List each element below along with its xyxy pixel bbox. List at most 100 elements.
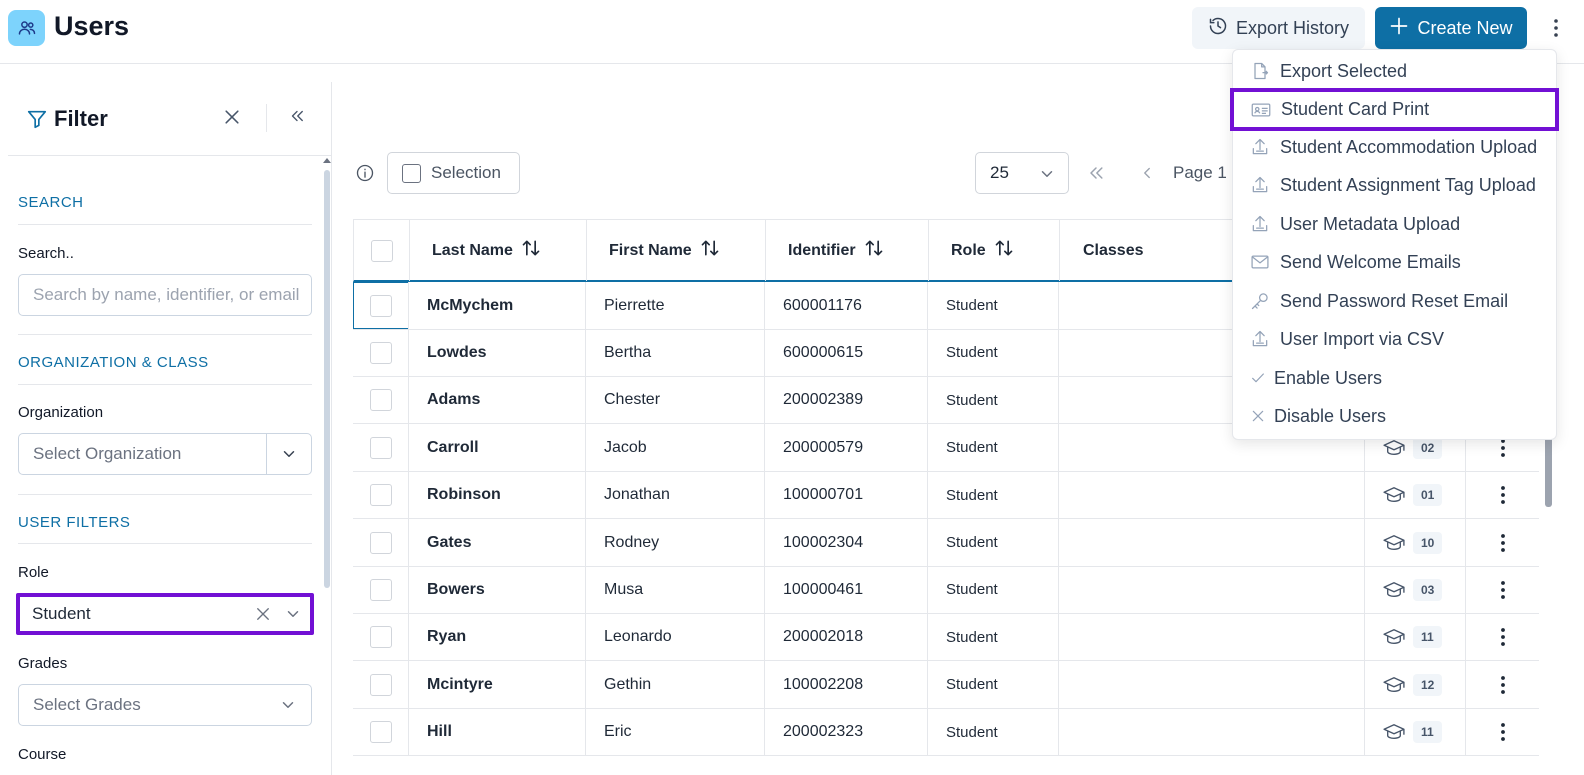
divider <box>18 384 312 385</box>
row-checkbox[interactable] <box>369 484 392 507</box>
menu-item-student-assignment-tag-upload[interactable]: Student Assignment Tag Upload <box>1233 167 1558 203</box>
classes-cell <box>1059 708 1365 756</box>
menu-item-user-import-via-csv[interactable]: User Import via CSV <box>1233 321 1558 357</box>
grades-select[interactable]: Select Grades <box>18 684 312 726</box>
row-kebab-icon[interactable] <box>1466 580 1539 600</box>
search-input[interactable]: Search by name, identifier, or email <box>18 274 312 316</box>
row-kebab-icon[interactable] <box>1466 675 1539 695</box>
menu-item-enable-users[interactable]: Enable Users <box>1233 360 1558 396</box>
search-label: Search.. <box>18 245 74 262</box>
menu-item-label: Export Selected <box>1280 60 1408 81</box>
identifier-cell: 200002389 <box>765 376 928 424</box>
row-actions-cell <box>1466 709 1539 756</box>
row-checkbox[interactable] <box>369 436 392 459</box>
menu-item-user-metadata-upload[interactable]: User Metadata Upload <box>1233 206 1558 242</box>
row-checkbox[interactable] <box>369 294 392 317</box>
first-page-icon[interactable] <box>1086 163 1106 188</box>
role-select[interactable]: Student <box>16 593 314 635</box>
table-row[interactable]: Ryan Leonardo 200002018 Student 11 <box>353 613 1539 662</box>
sort-icon[interactable] <box>521 238 541 263</box>
organization-placeholder: Select Organization <box>33 444 182 463</box>
users-app-icon <box>8 10 45 46</box>
upload-icon <box>1250 214 1270 234</box>
row-select-cell <box>353 613 409 661</box>
menu-item-label: Enable Users <box>1274 367 1383 388</box>
first-name-cell: Rodney <box>586 519 765 566</box>
collapse-icon[interactable] <box>288 107 306 130</box>
role-cell: Student <box>928 566 1059 614</box>
table-row[interactable]: Mcintyre Gethin 100002208 Student 12 <box>353 661 1539 709</box>
row-kebab-icon[interactable] <box>1466 627 1539 647</box>
row-select-cell <box>353 424 409 472</box>
chevron-down-icon[interactable] <box>284 605 302 623</box>
last-name-cell: Hill <box>409 708 586 756</box>
row-kebab-icon[interactable] <box>1466 485 1539 505</box>
select-all-checkbox[interactable] <box>370 239 393 262</box>
column-header-role[interactable]: Role <box>929 220 1060 281</box>
clear-icon[interactable] <box>254 605 272 623</box>
row-actions-cell <box>1466 519 1539 566</box>
row-kebab-icon[interactable] <box>1466 533 1539 553</box>
x-icon <box>1250 406 1266 426</box>
row-kebab-icon[interactable] <box>1466 722 1539 742</box>
selection-checkbox[interactable] <box>402 163 421 183</box>
mail-icon <box>1250 252 1270 272</box>
sort-icon[interactable] <box>864 238 884 263</box>
row-checkbox[interactable] <box>369 531 392 554</box>
row-kebab-icon[interactable] <box>1466 438 1539 458</box>
menu-item-send-welcome-emails[interactable]: Send Welcome Emails <box>1233 244 1558 280</box>
table-scrollbar[interactable] <box>1545 433 1552 507</box>
menu-item-export-selected[interactable]: Export Selected <box>1233 53 1558 89</box>
menu-item-send-password-reset-email[interactable]: Send Password Reset Email <box>1233 283 1558 319</box>
row-checkbox[interactable] <box>369 341 392 364</box>
sort-icon[interactable] <box>700 238 720 263</box>
identifier-cell: 200002323 <box>765 708 928 756</box>
table-row[interactable]: Robinson Jonathan 100000701 Student 01 <box>353 471 1539 520</box>
menu-item-student-card-print[interactable]: Student Card Print <box>1230 88 1559 131</box>
organization-label: Organization <box>18 404 104 421</box>
table-row[interactable]: Hill Eric 200002323 Student 11 <box>353 708 1539 757</box>
row-checkbox[interactable] <box>369 389 392 412</box>
role-cell: Student <box>928 376 1059 424</box>
sort-icon[interactable] <box>994 238 1014 263</box>
chevron-down-icon[interactable] <box>279 696 297 714</box>
row-checkbox[interactable] <box>369 673 392 696</box>
selection-toggle-button[interactable]: Selection <box>387 152 520 194</box>
sidebar-scrollbar[interactable] <box>324 170 330 588</box>
role-label: Role <box>18 564 49 581</box>
row-checkbox[interactable] <box>369 578 392 601</box>
menu-item-student-accommodation-upload[interactable]: Student Accommodation Upload <box>1233 129 1558 165</box>
menu-item-disable-users[interactable]: Disable Users <box>1233 398 1558 434</box>
classes-cell <box>1059 471 1365 519</box>
table-row[interactable]: Bowers Musa 100000461 Student 03 <box>353 566 1539 614</box>
page-size-select[interactable]: 25 <box>975 152 1069 194</box>
key-icon <box>1250 291 1270 311</box>
chevron-down-icon <box>1038 165 1056 188</box>
upload-icon <box>1250 137 1270 157</box>
row-checkbox[interactable] <box>369 721 392 744</box>
close-icon[interactable] <box>222 107 242 132</box>
kebab-icon <box>1554 19 1558 37</box>
check-icon <box>1250 368 1266 388</box>
export-history-button[interactable]: Export History <box>1192 7 1365 49</box>
role-cell: Student <box>928 329 1059 377</box>
info-icon[interactable] <box>355 163 375 188</box>
row-actions-cell <box>1466 614 1539 661</box>
classes-cell <box>1059 661 1365 709</box>
more-actions-button[interactable] <box>1544 12 1568 44</box>
first-name-cell: Pierrette <box>586 282 765 329</box>
role-cell: Student <box>928 519 1059 566</box>
table-row[interactable]: Gates Rodney 100002304 Student 10 <box>353 519 1539 567</box>
column-header-last-name[interactable]: Last Name <box>410 220 587 281</box>
column-header-identifier[interactable]: Identifier <box>766 220 929 281</box>
chevron-down-icon[interactable] <box>266 434 311 474</box>
organization-select[interactable]: Select Organization <box>18 433 312 475</box>
previous-page-icon[interactable] <box>1138 163 1156 188</box>
menu-item-label: Student Assignment Tag Upload <box>1280 174 1536 195</box>
column-label: Last Name <box>432 241 513 259</box>
page-indicator: Page 1 <box>1173 163 1227 182</box>
column-header-first-name[interactable]: First Name <box>587 220 766 281</box>
scroll-up-arrow[interactable] <box>323 158 331 163</box>
create-new-button[interactable]: Create New <box>1375 7 1527 49</box>
row-checkbox[interactable] <box>369 626 392 649</box>
